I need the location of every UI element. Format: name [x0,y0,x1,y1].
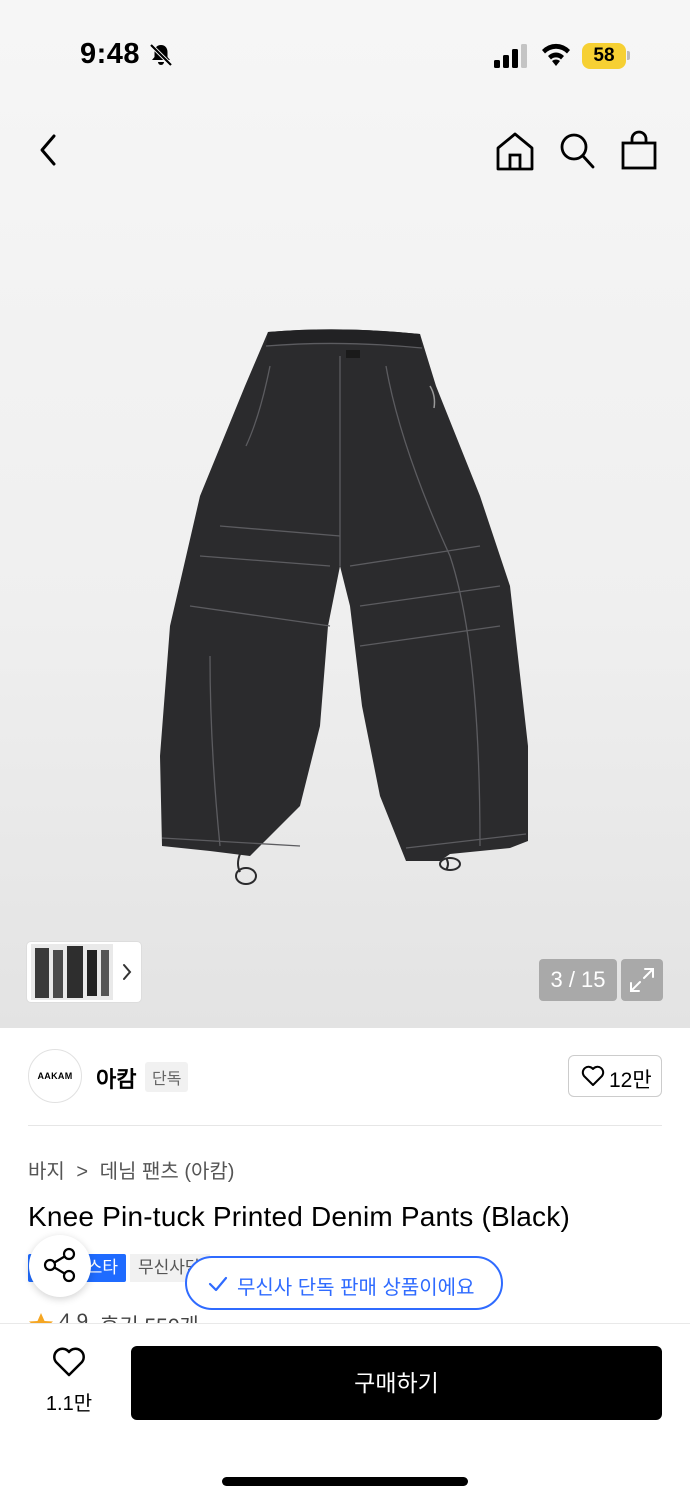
share-icon [43,1247,76,1283]
brand-row: AAKAM 아캄 단독 12만 [28,1049,662,1105]
wifi-icon [542,43,570,66]
check-icon [208,1276,228,1292]
battery-indicator: 58 [582,43,626,69]
top-nav [0,110,690,190]
cellular-signal-icon [494,44,527,68]
expand-image-button[interactable] [621,959,663,1001]
home-indicator [222,1477,468,1486]
exclusive-toast: 무신사 단독 판매 상품이에요 [185,1256,503,1310]
product-image[interactable] [150,326,540,896]
image-counter: 3 / 15 [539,959,617,1001]
rating-score: 4.9 [59,1310,89,1324]
brand-like-button[interactable]: 12만 [568,1055,662,1097]
heart-icon [581,1065,605,1086]
expand-icon [630,968,654,992]
toast-text: 무신사 단독 판매 상품이에요 [237,1277,475,1299]
share-button[interactable] [29,1235,91,1297]
breadcrumb-category[interactable]: 바지 [28,1161,65,1183]
review-count[interactable]: 후기 550개 [100,1310,199,1324]
star-icon [29,1313,53,1324]
chevron-left-icon[interactable] [36,132,62,168]
rating-row: 4.9 후기 550개 [28,1308,328,1324]
buy-button[interactable]: 구매하기 [131,1346,662,1420]
brand-logo[interactable]: AAKAM [28,1049,82,1103]
bell-slash-icon [149,43,173,67]
chevron-right-icon [123,964,132,980]
divider [28,1125,662,1126]
clock: 9:48 [80,38,141,70]
brand-name[interactable]: 아캄 [96,1062,136,1094]
product-title: Knee Pin-tuck Printed Denim Pants (Black… [28,1201,570,1232]
battery-tip [627,51,630,60]
thumbnail-image [31,944,113,1000]
home-icon[interactable] [495,130,535,172]
breadcrumb: 바지 > 데님 팬츠 (아캄) [28,1155,234,1184]
brand-like-count: 12만 [609,1069,652,1092]
search-icon[interactable] [557,130,597,172]
shopping-bag-icon[interactable] [619,130,659,172]
breadcrumb-separator: > [76,1161,89,1183]
heart-icon [53,1347,85,1377]
wishlist-button[interactable]: 1.1만 [38,1346,100,1416]
breadcrumb-subcategory[interactable]: 데님 팬츠 (아캄) [100,1161,235,1183]
exclusive-tag: 단독 [145,1062,189,1092]
status-bar: 9:48 58 [0,0,690,110]
thumbnail-strip-button[interactable] [27,942,141,1002]
wish-count: 1.1만 [45,1393,93,1415]
